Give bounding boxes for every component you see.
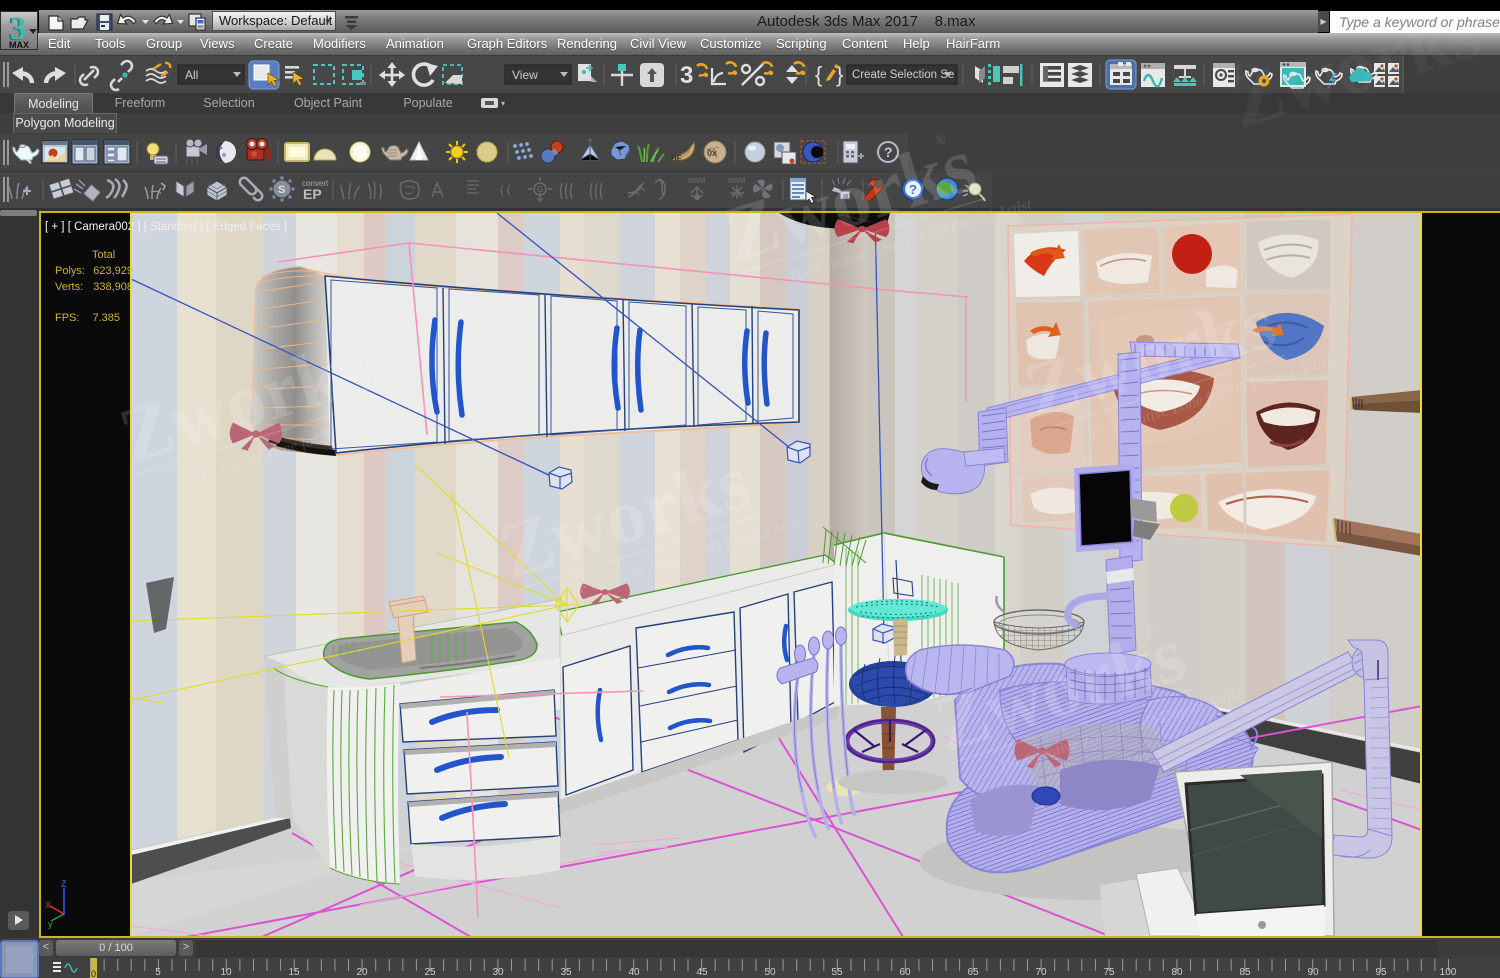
svg-text:100: 100 bbox=[1440, 967, 1457, 978]
svg-text:0: 0 bbox=[91, 969, 96, 978]
svg-text:FPS:: FPS: bbox=[55, 312, 79, 324]
svg-text:45: 45 bbox=[696, 967, 708, 978]
svg-text:Z: Z bbox=[61, 879, 67, 889]
svg-text:70: 70 bbox=[1035, 967, 1047, 978]
svg-text:623,929: 623,929 bbox=[93, 265, 133, 277]
svg-text:60: 60 bbox=[899, 967, 911, 978]
svg-text:65: 65 bbox=[967, 967, 979, 978]
svg-text:40: 40 bbox=[628, 967, 640, 978]
svg-text:20: 20 bbox=[356, 967, 368, 978]
svg-text:Polys:: Polys: bbox=[55, 265, 85, 277]
svg-text:Zworks: Zworks bbox=[1220, 0, 1490, 145]
svg-text:5: 5 bbox=[155, 967, 161, 978]
svg-text:25: 25 bbox=[424, 967, 436, 978]
svg-text:85: 85 bbox=[1239, 967, 1251, 978]
svg-text:X: X bbox=[45, 900, 51, 910]
svg-text:35: 35 bbox=[560, 967, 572, 978]
svg-text:7.385: 7.385 bbox=[92, 312, 120, 324]
svg-text:[ + ] [ Camera002 ] [ Standard: [ + ] [ Camera002 ] [ Standard ] [ Edged… bbox=[45, 221, 287, 233]
svg-text:90: 90 bbox=[1307, 967, 1319, 978]
svg-text:75: 75 bbox=[1103, 967, 1115, 978]
svg-text:Verts:: Verts: bbox=[55, 281, 83, 293]
svg-text:30: 30 bbox=[492, 967, 504, 978]
svg-text:Total: Total bbox=[92, 249, 115, 261]
svg-text:55: 55 bbox=[831, 967, 843, 978]
svg-text:80: 80 bbox=[1171, 967, 1183, 978]
svg-text:338,908: 338,908 bbox=[93, 281, 133, 293]
svg-text:50: 50 bbox=[764, 967, 776, 978]
svg-text:95: 95 bbox=[1375, 967, 1387, 978]
svg-text:15: 15 bbox=[288, 967, 300, 978]
svg-text:y: y bbox=[48, 919, 53, 929]
svg-text:10: 10 bbox=[220, 967, 232, 978]
